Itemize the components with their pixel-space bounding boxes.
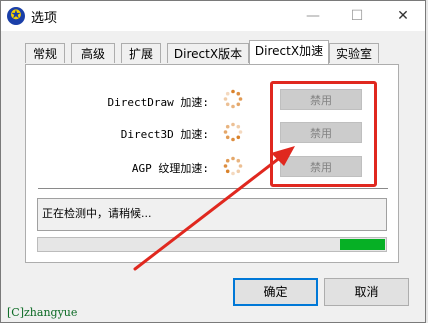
- tab-advanced[interactable]: 高级: [71, 43, 115, 63]
- status-text: 正在检测中，请稍候...: [42, 207, 152, 220]
- tab-directx-version[interactable]: DirectX版本: [167, 43, 249, 63]
- agp-disable-button[interactable]: 禁用: [280, 156, 362, 177]
- directdraw-label: DirectDraw 加速:: [107, 96, 209, 109]
- ok-button[interactable]: 确定: [233, 278, 318, 306]
- direct3d-label: Direct3D 加速:: [120, 128, 209, 141]
- tab-directx-acceleration[interactable]: DirectX加速: [249, 40, 329, 64]
- tab-lab[interactable]: 实验室: [329, 43, 379, 63]
- app-icon: ✪: [7, 7, 25, 25]
- tab-general[interactable]: 常规: [25, 43, 65, 63]
- progress-fill: [340, 239, 385, 250]
- progress-bar: [37, 237, 387, 252]
- loading-spinner-icon: [223, 89, 243, 109]
- direct3d-disable-button[interactable]: 禁用: [280, 122, 362, 143]
- loading-spinner-icon: [223, 122, 243, 142]
- window-title: 选项: [31, 11, 58, 26]
- tab-extensions[interactable]: 扩展: [121, 43, 161, 63]
- directdraw-disable-button[interactable]: 禁用: [280, 89, 362, 110]
- cancel-button[interactable]: 取消: [324, 278, 409, 306]
- status-text-box: 正在检测中，请稍候...: [37, 198, 387, 231]
- maximize-button[interactable]: ☐: [335, 1, 379, 31]
- separator: [38, 188, 388, 190]
- title-bar: ✪ 选项 — ☐ ✕: [1, 1, 425, 31]
- minimize-button[interactable]: —: [291, 1, 335, 31]
- close-button[interactable]: ✕: [381, 1, 425, 31]
- options-dialog: ✪ 选项 — ☐ ✕ 常规 高级 扩展 DirectX版本 DirectX加速 …: [0, 0, 426, 323]
- loading-spinner-icon: [223, 156, 243, 176]
- agp-label: AGP 纹理加速:: [131, 162, 209, 175]
- watermark: [C]zhangyue: [7, 306, 78, 319]
